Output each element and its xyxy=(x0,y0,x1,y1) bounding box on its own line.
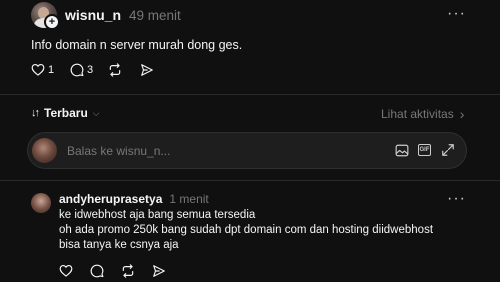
like-count: 1 xyxy=(48,63,55,76)
reply-input-placeholder[interactable]: Balas ke wisnu_n... xyxy=(67,144,170,158)
reply-comment-button[interactable] xyxy=(90,264,104,278)
post-time: 49 menit xyxy=(129,8,181,23)
share-button[interactable] xyxy=(140,63,154,77)
reply-more-icon[interactable]: ··· xyxy=(447,190,466,208)
reply-header: andyheruprasetya 1 menit xyxy=(59,192,209,206)
post-header: wisnu_n 49 menit xyxy=(65,7,181,23)
repost-icon xyxy=(122,264,134,278)
send-icon xyxy=(141,64,153,76)
reply-repost-button[interactable] xyxy=(121,264,135,278)
follow-plus-icon[interactable]: + xyxy=(44,14,60,30)
post-text: Info domain n server murah dong ges. xyxy=(31,38,243,52)
gif-icon[interactable]: GIF xyxy=(418,144,431,156)
image-attach-icon[interactable] xyxy=(395,144,409,162)
reply-username[interactable]: andyheruprasetya xyxy=(59,192,162,206)
heart-icon xyxy=(31,63,45,76)
composer-divider xyxy=(0,180,500,181)
view-activity-label: Lihat aktivitas xyxy=(381,107,454,121)
reply-share-button[interactable] xyxy=(152,264,166,278)
reply-time: 1 menit xyxy=(169,192,209,206)
comment-count: 3 xyxy=(87,64,94,76)
repost-icon xyxy=(109,63,121,77)
comment-button[interactable]: 3 xyxy=(70,63,93,77)
reply-line: ke idwebhost aja bang semua tersedia xyxy=(59,209,256,221)
reply-author-avatar[interactable] xyxy=(31,193,51,213)
post-divider xyxy=(0,94,500,95)
heart-icon xyxy=(59,264,73,277)
chevron-right-icon: › xyxy=(459,106,465,122)
comment-icon xyxy=(90,264,104,278)
reply-like-button[interactable] xyxy=(59,264,73,277)
post-more-icon[interactable]: ··· xyxy=(447,5,466,23)
sort-dropdown[interactable]: ↓↑ Terbaru ⌵ xyxy=(31,106,100,120)
send-icon xyxy=(153,265,165,277)
reply-line: bisa tanya ke csnya aja xyxy=(59,239,179,251)
sort-arrows-icon: ↓↑ xyxy=(31,107,40,119)
reply-line: oh ada promo 250k bang sudah dpt domain … xyxy=(59,224,434,236)
sort-label: Terbaru xyxy=(44,106,88,120)
chevron-down-icon: ⌵ xyxy=(92,107,100,118)
current-user-avatar xyxy=(32,138,57,163)
expand-icon[interactable] xyxy=(441,143,455,162)
repost-button[interactable] xyxy=(108,63,122,77)
reply-composer[interactable]: Balas ke wisnu_n... GIF xyxy=(27,132,467,169)
view-activity-link[interactable]: Lihat aktivitas › xyxy=(381,106,464,122)
comment-icon xyxy=(70,63,84,77)
reply-text: ke idwebhost aja bang semua tersedia oh … xyxy=(59,208,433,253)
post-username[interactable]: wisnu_n xyxy=(65,7,121,23)
like-button[interactable]: 1 xyxy=(31,63,54,76)
